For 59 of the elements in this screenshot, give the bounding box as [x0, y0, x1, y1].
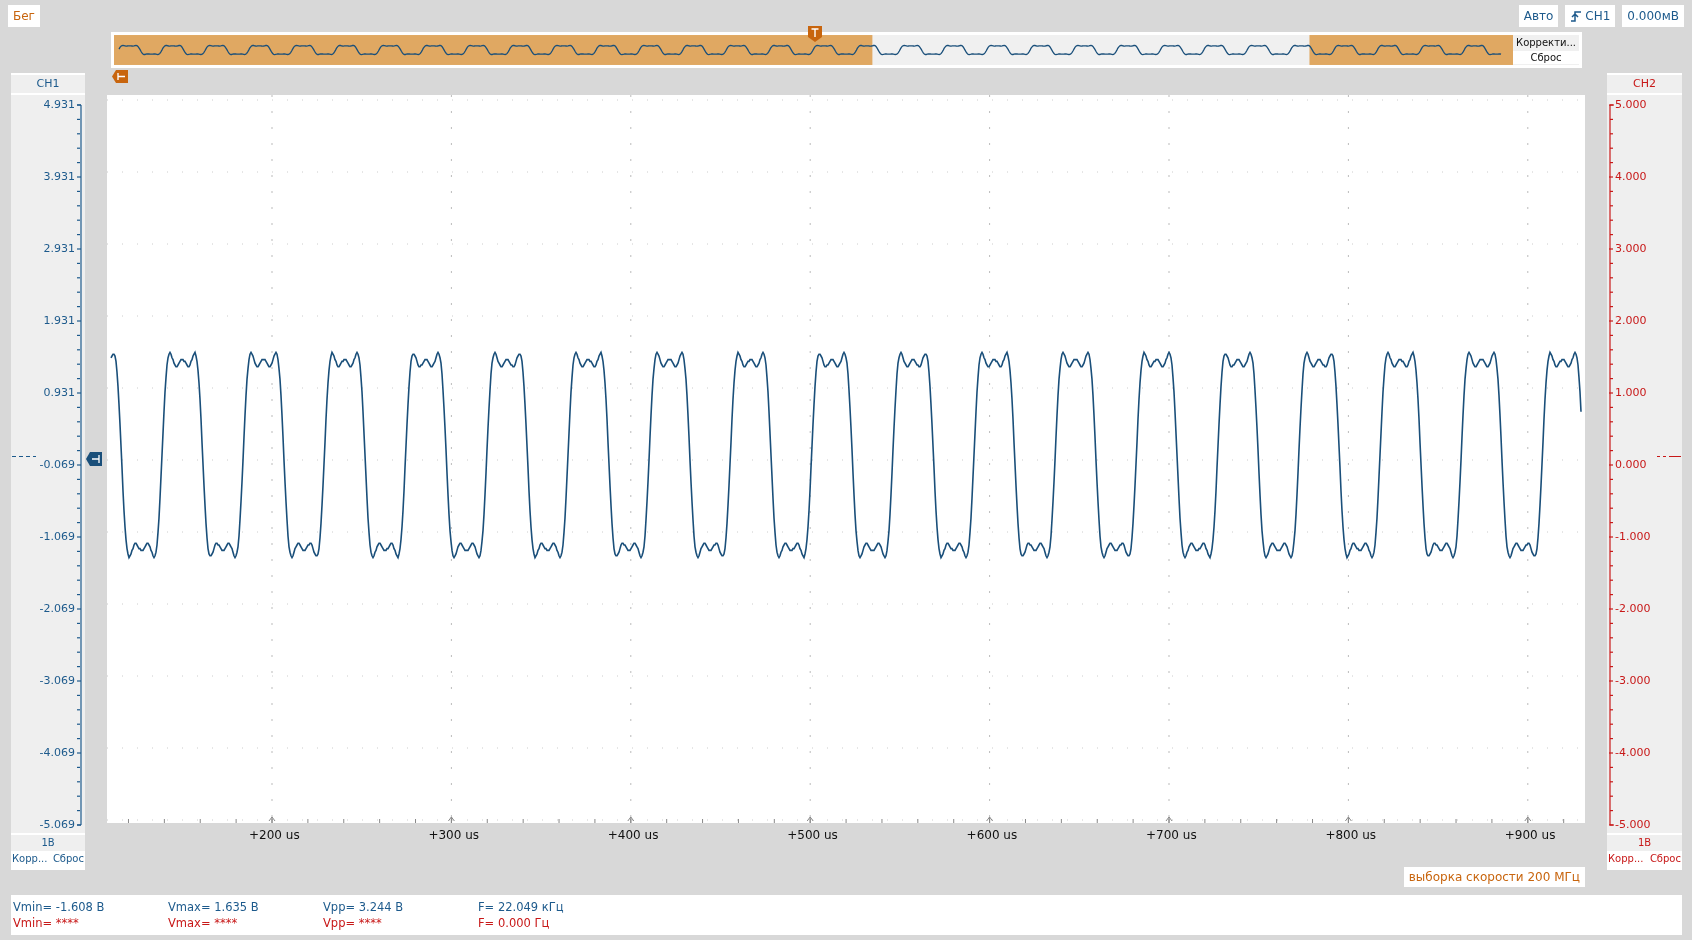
time-label: +300 us — [428, 828, 480, 842]
voltage-label: -2.000 — [1615, 602, 1651, 616]
voltage-label: -1.000 — [1615, 530, 1651, 544]
time-label: +800 us — [1325, 828, 1377, 842]
status-label: Бег — [8, 5, 40, 27]
channel-name: CH2 — [1607, 75, 1682, 93]
channel-name: CH1 — [11, 75, 85, 93]
voltage-label: 4.000 — [1615, 170, 1647, 184]
trigger-source-button[interactable]: CH1 — [1565, 5, 1616, 27]
voltage-label: 4.931 — [43, 98, 75, 112]
time-label: +400 us — [607, 828, 659, 842]
voltage-label: 3.931 — [43, 170, 75, 184]
trigger-level-button[interactable]: 0.000мВ — [1622, 5, 1684, 27]
channel-button[interactable]: Сброс — [1649, 853, 1681, 864]
measurement-value: Vmax= **** — [168, 915, 239, 931]
channel-button[interactable]: Сброс — [52, 853, 84, 864]
measurement-value: Vmax= 1.635 В — [168, 899, 260, 915]
overview-strip[interactable]: Корректи... Сброс — [111, 32, 1582, 68]
voltage-label: -4.069 — [39, 746, 75, 760]
voltage-label: -1.069 — [39, 530, 75, 544]
measurement-value: Vmin= **** — [13, 915, 80, 931]
channel-button[interactable]: Корр... — [1608, 853, 1644, 864]
time-label: +500 us — [787, 828, 838, 842]
voltage-label: 1.000 — [1615, 386, 1647, 400]
rising-edge-icon — [1570, 9, 1583, 23]
voltage-label: -2.069 — [39, 602, 75, 616]
trigger-mode-button[interactable]: Авто — [1518, 5, 1559, 27]
voltage-label: -4.000 — [1615, 746, 1651, 760]
voltage-label: -3.069 — [39, 674, 75, 688]
measurement-value: Vpp= **** — [323, 915, 383, 931]
voltage-label: 5.000 — [1615, 98, 1647, 112]
voltage-label: -5.000 — [1615, 818, 1651, 832]
voltage-label: -3.000 — [1615, 674, 1651, 688]
voltage-label: 2.931 — [43, 242, 75, 256]
voltage-label: -5.069 — [39, 818, 75, 832]
overview-button[interactable]: Сброс — [1513, 51, 1579, 64]
scale-label: 1В — [1607, 835, 1682, 851]
time-label: +600 us — [966, 828, 1018, 842]
measurement-value: F= 0.000 Гц — [478, 915, 551, 931]
scale-label: 1В — [11, 835, 85, 851]
voltage-label: 0.931 — [43, 386, 75, 400]
measurement-value: Vmin= -1.608 В — [13, 899, 106, 915]
time-label: +200 us — [249, 828, 300, 842]
ground-level-marker — [1657, 455, 1681, 458]
voltage-label: 0.000 — [1615, 458, 1647, 472]
left-marker-icon[interactable] — [112, 70, 128, 83]
trigger-level-marker[interactable] — [86, 452, 102, 466]
time-label: +700 us — [1146, 828, 1197, 842]
voltage-label: -0.069 — [39, 458, 75, 472]
measurement-value: F= 22.049 кГц — [478, 899, 565, 915]
sample-rate-label: выборка скорости 200 МГц — [1403, 867, 1585, 887]
voltage-label: 3.000 — [1615, 242, 1647, 256]
ground-level-marker — [12, 455, 36, 458]
measurement-value: Vpp= 3.244 В — [323, 899, 405, 915]
voltage-label: 1.931 — [43, 314, 75, 328]
trigger-time-marker[interactable] — [808, 26, 822, 42]
channel-button[interactable]: Корр... — [12, 853, 48, 864]
voltage-label: 2.000 — [1615, 314, 1647, 328]
time-label: +900 us — [1504, 828, 1556, 842]
